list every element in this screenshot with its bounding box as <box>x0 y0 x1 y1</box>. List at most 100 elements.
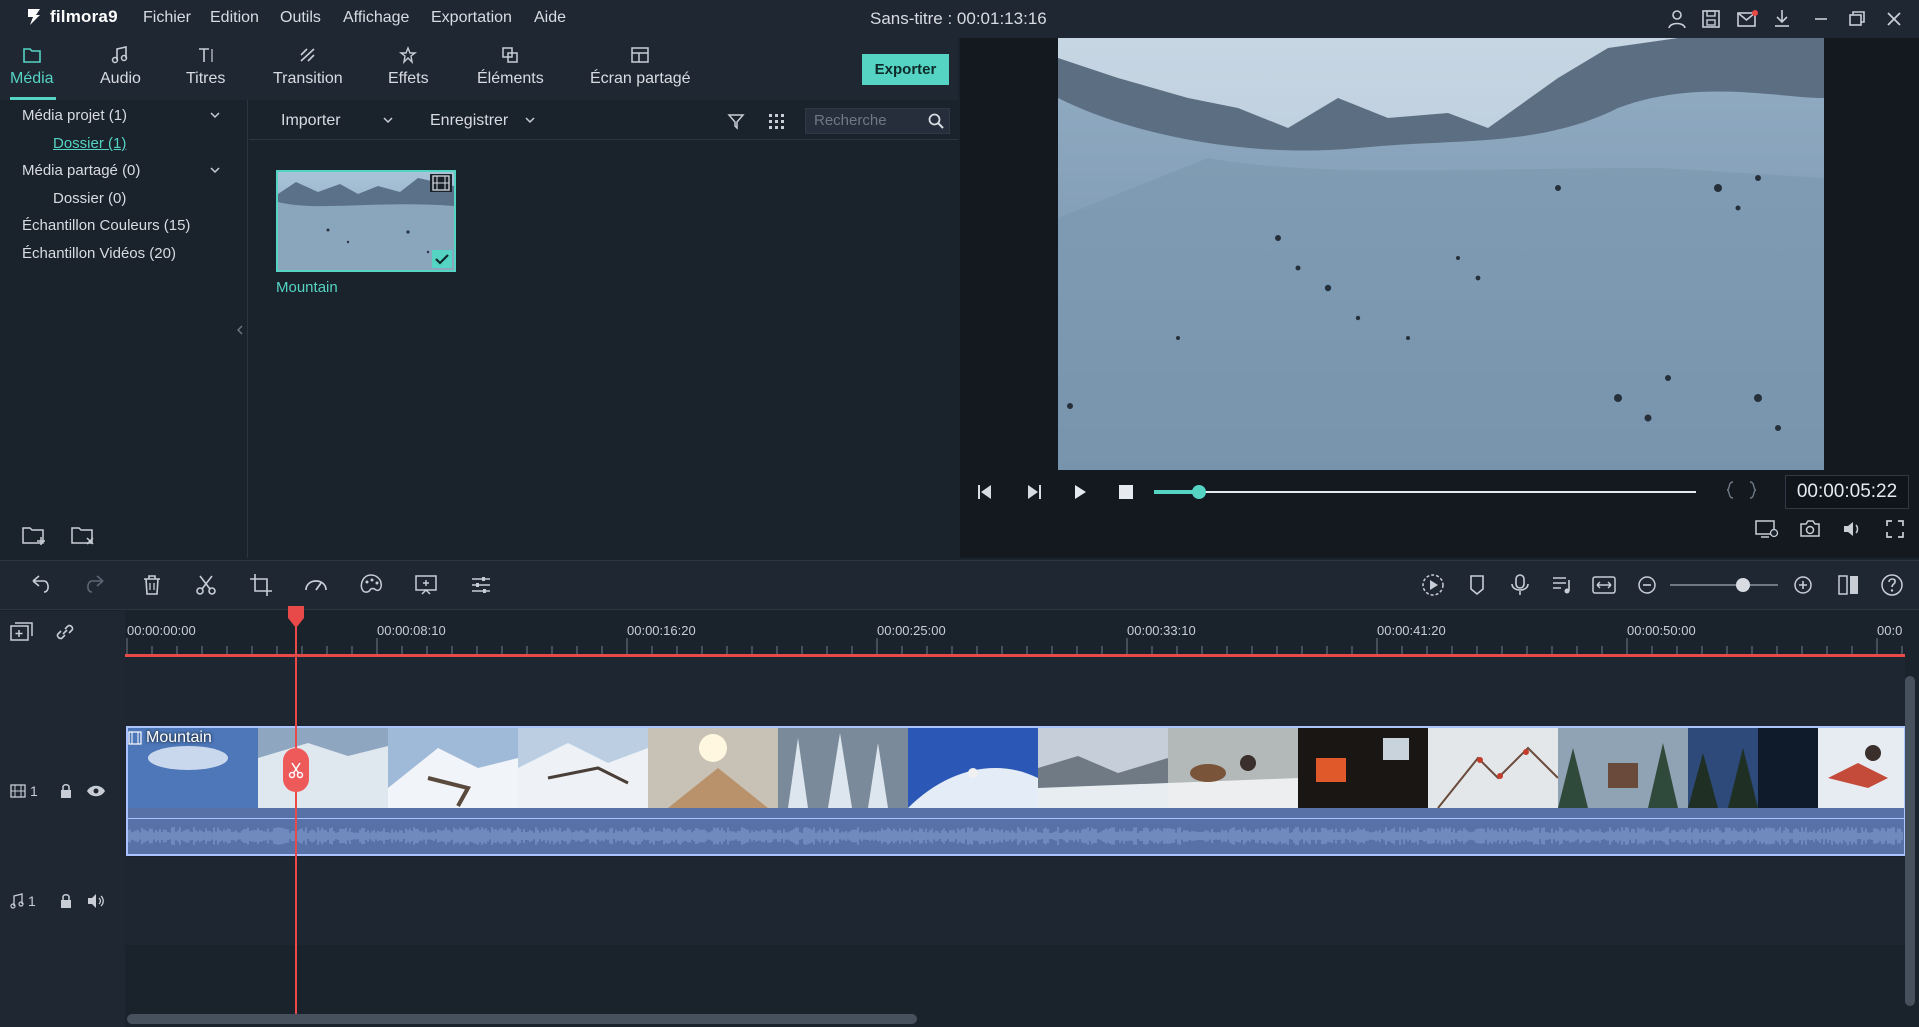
scissors-icon <box>288 762 304 779</box>
media-thumbnail[interactable] <box>276 170 456 272</box>
playhead-line <box>295 606 297 1014</box>
record-dropdown[interactable]: Enregistrer <box>430 112 508 130</box>
render-preview-icon[interactable] <box>1420 572 1446 598</box>
progress-knob[interactable] <box>1191 485 1206 499</box>
zoom-out-icon[interactable] <box>1634 572 1660 598</box>
volume-icon[interactable] <box>1841 518 1863 540</box>
clip-film-icon <box>128 731 142 745</box>
audio-track <box>125 857 1905 945</box>
ruler-label: 00:0 <box>1877 623 1903 638</box>
ruler-label: 00:00:41:20 <box>1377 623 1446 638</box>
audio-mixer-icon[interactable] <box>1549 572 1575 598</box>
account-icon[interactable] <box>1666 8 1688 30</box>
save-icon[interactable] <box>1700 8 1722 30</box>
video-preview <box>1058 38 1824 470</box>
folder-shared-dossier[interactable]: Dossier (0) <box>53 190 126 207</box>
menu-edition[interactable]: Edition <box>210 9 259 27</box>
play-icon[interactable] <box>1070 482 1090 502</box>
track-view-icon[interactable] <box>1836 572 1862 598</box>
color-palette-icon[interactable] <box>358 572 384 598</box>
tab-effets[interactable]: Effets <box>388 46 429 100</box>
export-button[interactable]: Exporter <box>862 54 949 85</box>
media-item-name[interactable]: Mountain <box>276 279 338 296</box>
delete-icon[interactable] <box>139 572 165 598</box>
restore-icon[interactable] <box>1846 8 1868 30</box>
microphone-icon[interactable] <box>1507 572 1533 598</box>
tab-label: Éléments <box>477 70 544 87</box>
lock-icon[interactable] <box>58 783 74 799</box>
lock-icon[interactable] <box>58 893 74 909</box>
tab-ecran-partage[interactable]: Écran partagé <box>590 46 691 100</box>
close-icon[interactable] <box>1883 8 1905 30</box>
marker-icon[interactable] <box>1464 572 1490 598</box>
zoom-slider[interactable] <box>1670 575 1778 595</box>
split-scissors-button[interactable] <box>283 748 309 792</box>
menu-affichage[interactable]: Affichage <box>343 9 409 27</box>
search-input[interactable] <box>814 112 924 129</box>
tab-elements[interactable]: Éléments <box>477 46 544 100</box>
folder-project-dossier[interactable]: Dossier (1) <box>53 135 126 152</box>
grid-view-icon[interactable] <box>766 111 786 131</box>
redo-icon[interactable] <box>82 572 108 598</box>
playhead-handle[interactable] <box>287 606 305 628</box>
ruler-label: 00:00:08:10 <box>377 623 446 638</box>
chevron-down-icon[interactable] <box>523 113 537 127</box>
help-icon[interactable] <box>1879 572 1905 598</box>
next-frame-icon[interactable] <box>1022 482 1044 502</box>
stop-icon[interactable] <box>1116 482 1136 502</box>
zoom-in-icon[interactable] <box>1790 572 1816 598</box>
chevron-down-icon[interactable] <box>208 108 222 122</box>
folder-shared-media[interactable]: Média partagé (0) <box>22 162 140 179</box>
mail-notification-icon[interactable] <box>1736 8 1758 30</box>
document-title: Sans-titre : 00:01:13:16 <box>870 9 1047 28</box>
preview-progress-slider[interactable] <box>1154 483 1696 501</box>
elements-icon <box>502 47 519 63</box>
preview-timecode: 00:00:05:22 <box>1785 475 1909 509</box>
download-icon[interactable] <box>1771 8 1793 30</box>
checkmark-icon <box>432 250 452 268</box>
prev-frame-icon[interactable] <box>975 482 997 502</box>
minimize-icon[interactable] <box>1810 8 1832 30</box>
eye-icon[interactable] <box>86 783 106 799</box>
filter-icon[interactable] <box>726 111 746 131</box>
empty-track <box>125 657 1905 727</box>
import-dropdown[interactable]: Importer <box>281 112 341 130</box>
search-icon[interactable] <box>927 112 945 130</box>
menu-fichier[interactable]: Fichier <box>143 9 191 27</box>
green-screen-icon[interactable] <box>413 572 439 598</box>
mark-in-icon[interactable] <box>1724 480 1736 500</box>
link-icon[interactable] <box>53 620 77 644</box>
menu-outils[interactable]: Outils <box>280 9 321 27</box>
speaker-icon[interactable] <box>86 893 106 909</box>
vertical-scrollbar[interactable] <box>1905 676 1915 1006</box>
cut-scissors-icon[interactable] <box>193 572 219 598</box>
delete-folder-icon[interactable] <box>70 524 96 546</box>
collapse-panel-icon[interactable] <box>236 324 244 336</box>
tab-audio[interactable]: Audio <box>100 46 141 100</box>
tab-titres[interactable]: Titres <box>186 46 225 100</box>
tab-transition[interactable]: Transition <box>273 46 343 100</box>
crop-icon[interactable] <box>248 572 274 598</box>
fit-timeline-icon[interactable] <box>1591 572 1617 598</box>
snapshot-camera-icon[interactable] <box>1798 518 1822 540</box>
video-track-number: 1 <box>30 783 38 799</box>
render-settings-icon[interactable] <box>1754 518 1780 540</box>
fullscreen-icon[interactable] <box>1884 518 1906 540</box>
undo-icon[interactable] <box>28 572 54 598</box>
horizontal-scrollbar[interactable] <box>127 1014 917 1024</box>
adjust-sliders-icon[interactable] <box>468 572 494 598</box>
speed-gauge-icon[interactable] <box>303 572 329 598</box>
folder-color-samples[interactable]: Échantillon Couleurs (15) <box>22 217 190 234</box>
menu-aide[interactable]: Aide <box>534 9 566 27</box>
folder-video-samples[interactable]: Échantillon Vidéos (20) <box>22 245 176 262</box>
zoom-track <box>1670 584 1778 586</box>
chevron-down-icon[interactable] <box>381 113 395 127</box>
mark-out-icon[interactable] <box>1747 480 1759 500</box>
menu-exportation[interactable]: Exportation <box>431 9 512 27</box>
chevron-down-icon[interactable] <box>208 163 222 177</box>
zoom-knob[interactable] <box>1736 578 1751 592</box>
add-track-icon[interactable] <box>9 620 35 644</box>
tab-media[interactable]: Média <box>10 46 54 100</box>
new-folder-icon[interactable] <box>21 524 47 546</box>
folder-project-media[interactable]: Média projet (1) <box>22 107 127 124</box>
